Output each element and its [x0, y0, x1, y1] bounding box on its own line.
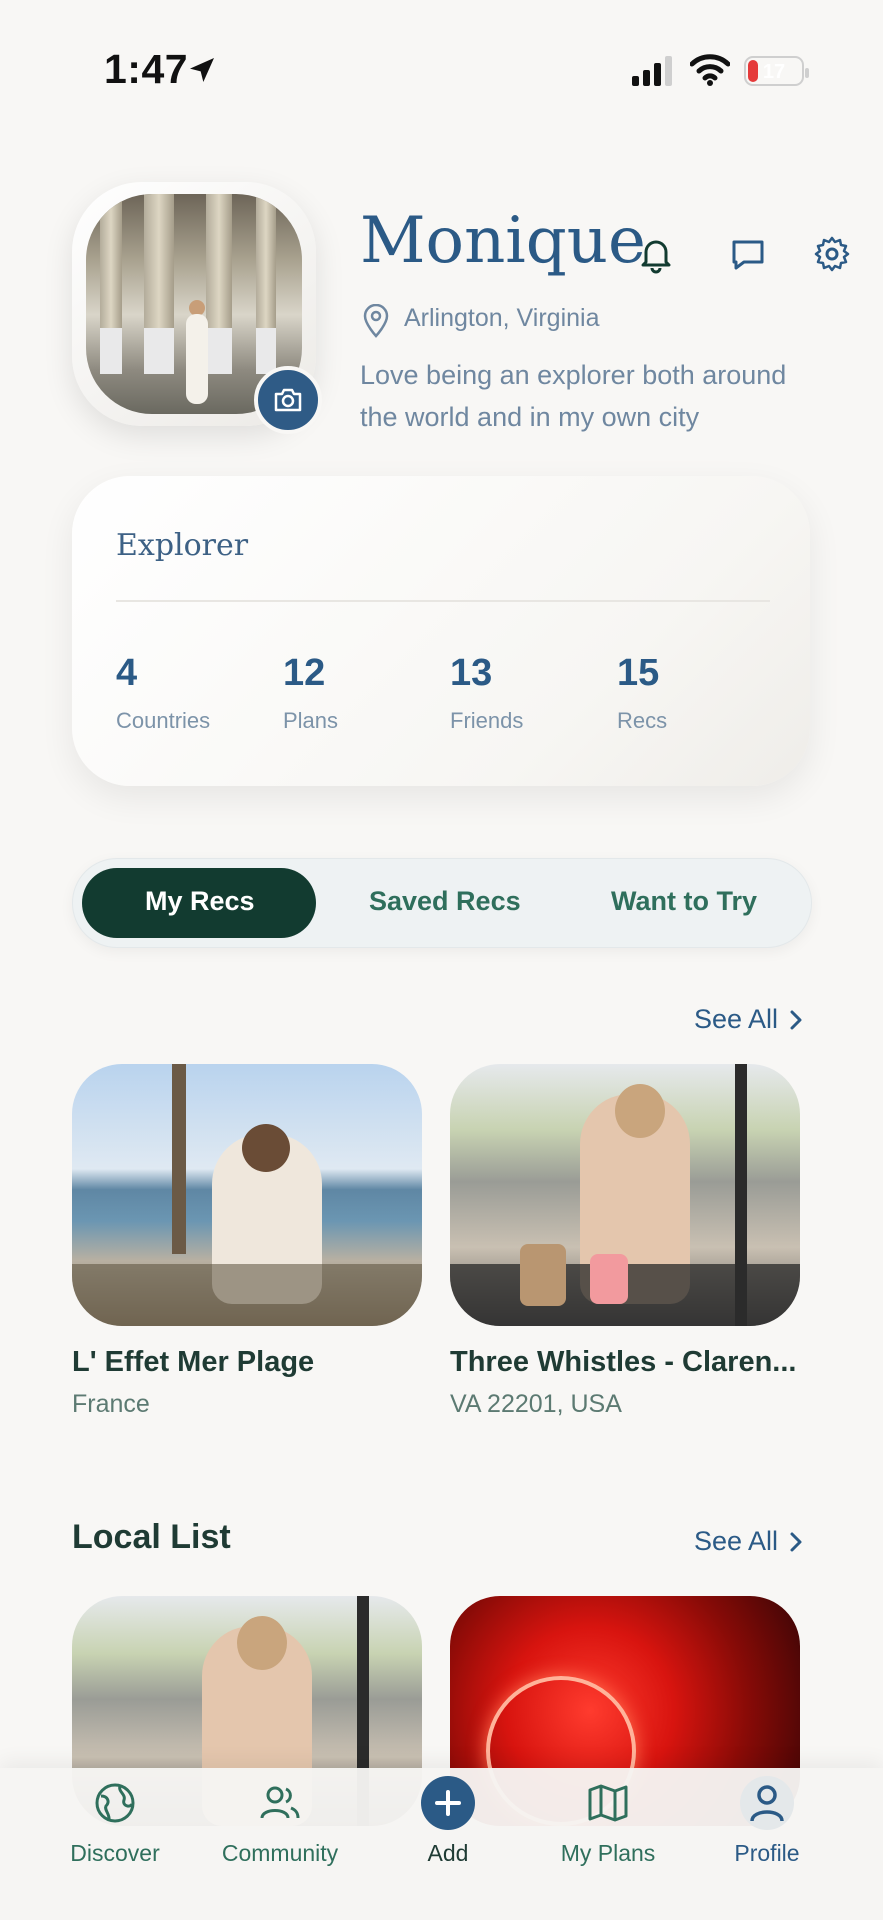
my-recs-see-all[interactable]: See All [694, 1004, 778, 1035]
local-list-title: Local List [72, 1518, 231, 1556]
profile-bio: Love being an explorer both around the w… [360, 360, 787, 432]
stat-countries-label: Countries [116, 708, 211, 733]
stat-recs-value[interactable]: 15 [617, 652, 659, 695]
card-divider [116, 600, 770, 602]
location-arrow-icon [190, 58, 214, 82]
chevron-right-icon [790, 1010, 802, 1030]
rec-title[interactable]: L' Effet Mer Plage [72, 1346, 432, 1379]
location-pin-icon [363, 304, 389, 338]
battery-level: 17 [762, 61, 786, 83]
plus-icon [435, 1790, 461, 1816]
stat-plans-label: Plans [283, 708, 339, 733]
tab-label: Discover [70, 1840, 160, 1866]
camera-icon [274, 388, 302, 412]
local-list-see-all[interactable]: See All [694, 1526, 778, 1557]
battery-indicator: 17 [744, 56, 809, 86]
tab-community[interactable]: Community [205, 1780, 355, 1867]
profile-location: Arlington, Virginia [404, 304, 600, 332]
tab-label: Community [221, 1840, 339, 1866]
explorer-card-title: Explorer [116, 528, 249, 563]
profile-name: Monique [360, 204, 646, 278]
tab-add[interactable]: Add [373, 1776, 523, 1867]
stat-plans-value[interactable]: 12 [283, 652, 325, 695]
message-icon[interactable] [728, 234, 768, 274]
add-button[interactable] [421, 1776, 475, 1830]
tab-label: Add [427, 1840, 469, 1866]
people-icon [260, 1786, 300, 1819]
status-time: 1:47 [104, 46, 189, 92]
tab-discover[interactable]: Discover [40, 1780, 190, 1867]
profile-tab-highlight [740, 1776, 794, 1830]
segment-want-to-try[interactable]: Want to Try [611, 886, 757, 917]
segment-saved-recs[interactable]: Saved Recs [369, 886, 521, 917]
battery-cap [805, 68, 809, 78]
cellular-signal-icon [632, 56, 672, 86]
gear-icon[interactable] [812, 234, 852, 274]
stat-countries-value[interactable]: 4 [116, 652, 137, 695]
rec-subtitle: VA 22201, USA [450, 1390, 622, 1418]
rec-subtitle: France [72, 1390, 150, 1418]
wifi-icon [690, 54, 730, 86]
explorer-card [72, 476, 810, 786]
rec-card-image[interactable] [72, 1064, 422, 1326]
person-icon [750, 1785, 784, 1822]
bell-icon[interactable] [636, 234, 676, 274]
chevron-right-icon [790, 1532, 802, 1552]
globe-icon [95, 1783, 135, 1823]
segment-my-recs[interactable]: My Recs [145, 886, 255, 917]
tab-label: Profile [734, 1840, 800, 1866]
stat-friends-label: Friends [450, 708, 524, 733]
rec-title[interactable]: Three Whistles - Claren... [450, 1346, 800, 1379]
change-photo-button[interactable] [254, 366, 322, 434]
stat-recs-label: Recs [617, 708, 668, 733]
tab-my-plans[interactable]: My Plans [533, 1780, 683, 1867]
map-icon [588, 1784, 628, 1822]
tab-profile[interactable]: Profile [692, 1776, 842, 1867]
rec-card-image[interactable] [450, 1064, 800, 1326]
tab-label: My Plans [560, 1840, 656, 1866]
stat-friends-value[interactable]: 13 [450, 652, 492, 695]
